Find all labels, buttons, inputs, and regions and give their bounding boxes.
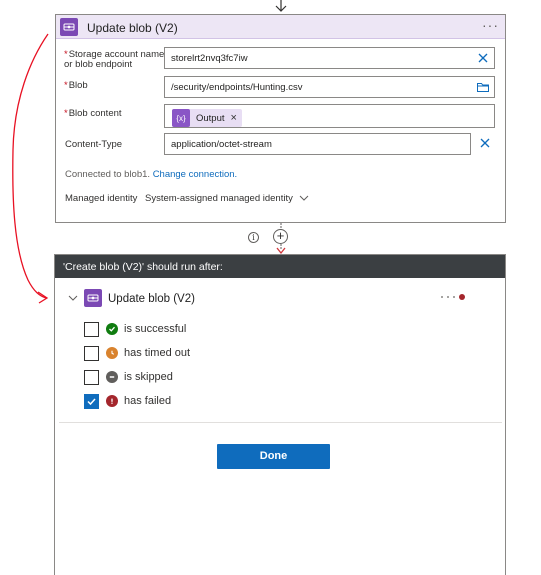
done-button[interactable]: Done (217, 444, 330, 469)
output-token[interactable]: {x} Output × (172, 109, 242, 127)
info-icon[interactable]: i (248, 232, 259, 243)
more-options-button[interactable]: ··· (482, 17, 499, 33)
folder-icon[interactable] (476, 80, 490, 94)
success-icon (106, 323, 118, 335)
storage-account-label: *Storage account name or blob endpoint (64, 49, 165, 70)
blob-content-input[interactable]: {x} Output × (164, 104, 495, 128)
divider (59, 422, 502, 423)
action-card-title: Update blob (V2) (87, 21, 178, 35)
add-step-button[interactable]: + (273, 229, 288, 244)
has-timed-out-checkbox[interactable] (84, 345, 99, 361)
is-successful-checkbox[interactable] (84, 321, 99, 337)
connection-info: Connected to blob1. Change connection. (65, 169, 238, 180)
option-has-failed[interactable]: has failed (84, 393, 171, 409)
is-skipped-checkbox[interactable] (84, 369, 99, 385)
chevron-down-icon (299, 195, 309, 201)
blob-label: *Blob (64, 80, 88, 91)
update-blob-action-card[interactable]: Update blob (V2) ··· *Storage account na… (55, 14, 506, 223)
managed-identity-dropdown[interactable]: System-assigned managed identity (145, 189, 309, 207)
storage-account-input[interactable]: storelrt2nvq3fc7iw (164, 47, 495, 69)
run-after-action-title: Update blob (V2) (108, 293, 195, 305)
remove-token-button[interactable]: × (231, 112, 237, 124)
change-connection-link[interactable]: Change connection. (153, 169, 238, 180)
managed-identity-label: Managed identity (65, 193, 138, 204)
clock-icon (106, 347, 118, 359)
has-failed-checkbox[interactable] (84, 393, 99, 409)
blob-storage-icon (60, 18, 78, 36)
incoming-arrow (275, 0, 287, 12)
blob-storage-icon (84, 289, 102, 307)
required-marker: * (64, 108, 68, 119)
skipped-icon (106, 371, 118, 383)
token-label: Output (196, 112, 225, 124)
dot (453, 296, 455, 298)
content-type-input[interactable]: application/octet-stream (164, 133, 471, 155)
dot (447, 296, 449, 298)
chevron-down-icon[interactable] (68, 294, 78, 302)
option-has-timed-out[interactable]: has timed out (84, 345, 190, 361)
failed-status-dot (459, 294, 465, 300)
run-after-panel: 'Create blob (V2)' should run after: Upd… (54, 254, 506, 575)
close-icon[interactable] (478, 136, 492, 150)
status-selector[interactable] (441, 294, 465, 300)
blob-path-input[interactable]: /security/endpoints/Hunting.csv (164, 76, 495, 98)
blob-content-label: *Blob content (64, 108, 122, 119)
dot (441, 296, 443, 298)
close-icon[interactable] (476, 51, 490, 65)
action-card-header[interactable]: Update blob (V2) ··· (56, 15, 505, 39)
variable-icon: {x} (172, 109, 190, 127)
required-marker: * (64, 80, 68, 91)
option-is-successful[interactable]: is successful (84, 321, 186, 337)
error-icon (106, 395, 118, 407)
checkmark-icon (87, 397, 96, 405)
option-is-skipped[interactable]: is skipped (84, 369, 173, 385)
content-type-label: Content-Type (65, 139, 123, 150)
run-after-header: 'Create blob (V2)' should run after: (55, 255, 505, 278)
